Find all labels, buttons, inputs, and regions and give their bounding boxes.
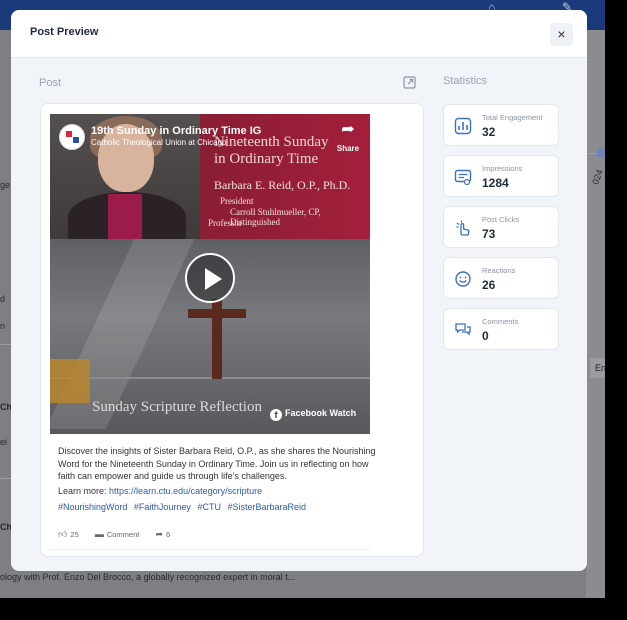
close-button[interactable]: × [550,23,573,46]
video-overlay-text: Sunday Scripture Reflection [92,399,262,415]
banner-role: Professor [208,218,242,228]
learn-more-label: Learn more: [58,486,107,496]
post-body-text: Discover the insights of Sister Barbara … [58,446,376,481]
comment-label: Comment [106,530,140,539]
background-axis-label: ge [0,180,11,190]
stat-label: Reactions [482,266,516,275]
stat-label: Total Engagement [482,113,543,122]
background-divider [0,478,11,479]
modal-title: Post Preview [30,26,99,38]
open-external-icon[interactable] [403,76,416,89]
stat-card-total-engagement: Total Engagement 32 [443,104,559,146]
hashtag-link[interactable]: #NourishingWord [58,502,127,512]
background-chart-dot [596,148,605,158]
learn-more-link[interactable]: https://learn.ctu.edu/category/scripture [109,486,262,496]
comment-action[interactable]: ▬ Comment [95,529,140,539]
cross-horizontal [188,309,246,318]
stat-value: 0 [482,329,489,343]
portrait-scarf [108,194,142,239]
stat-value: 26 [482,278,496,292]
background-language-label: En [590,358,605,378]
stat-label: Impressions [482,164,523,173]
card-divider [50,549,370,550]
comments-icon [455,323,471,336]
banner-speaker-name: Barbara E. Reid, O.P., Ph.D. [214,178,351,192]
video-player[interactable]: Nineteenth Sunday in Ordinary Time Barba… [50,114,370,434]
background-right-pane [586,30,605,598]
stat-value: 73 [482,227,496,241]
background-divider [0,344,11,345]
hashtag-link[interactable]: #CTU [197,502,221,512]
railing [50,377,370,379]
engagement-icon [454,117,472,135]
smiley-icon [455,271,471,287]
impressions-icon [454,169,472,186]
facebook-watch-badge: f Facebook Watch [270,408,356,421]
post-card: Nineteenth Sunday in Ordinary Time Barba… [40,103,424,557]
hashtag-list: #NourishingWord #FaithJourney #CTU #Sist… [58,502,310,512]
banner-title-line: in Ordinary Time [214,151,319,167]
share-icon: ➦ [155,529,163,539]
facebook-icon: f [270,409,282,421]
share-button[interactable]: ➦ Share [333,122,363,156]
thumbs-up-icon: 👍︎ [58,529,68,539]
background-text-fragment: d [0,294,6,304]
post-section-label: Post [39,77,62,89]
share-action[interactable]: ➦ 6 [155,529,170,540]
learn-more-line: Learn more: https://learn.ctu.edu/catego… [58,486,262,496]
facebook-watch-label: Facebook Watch [285,408,357,418]
stat-card-reactions: Reactions 26 [443,257,559,299]
stat-card-comments: Comments 0 [443,308,559,350]
shares-count: 6 [166,530,171,539]
share-arrow-icon: ➦ [341,121,355,138]
stat-card-impressions: Impressions 1284 [443,155,559,197]
modal-header: Post Preview × [11,10,587,58]
stat-label: Comments [482,317,519,326]
comment-icon: ▬ [94,529,104,539]
background-text-fragment: ology with Prof. Enzo Del Brocco, a glob… [0,572,296,582]
hashtag-link[interactable]: #SisterBarbaraReid [227,502,306,512]
video-page-name[interactable]: Catholic Theological Union at Chicago [91,138,227,147]
stat-card-post-clicks: Post Clicks 73 [443,206,559,248]
post-preview-modal: Post Preview × Post Statistics Nineteent… [11,10,587,571]
banner-title: Nineteenth Sunday in Ordinary Time [214,134,329,168]
background-text-fragment: n [0,321,6,331]
hashtag-link[interactable]: #FaithJourney [134,502,191,512]
background-text-fragment: ei [0,437,8,447]
stat-value: 1284 [482,176,509,190]
play-button[interactable] [185,253,235,303]
banner-role: President [220,196,254,206]
share-label: Share [336,144,360,153]
stat-value: 32 [482,125,496,139]
likes-count: 25 [70,530,79,539]
scene-accent-block [50,359,90,403]
statistics-section-label: Statistics [443,75,488,87]
banner-role: Carroll Stuhlmueller, CP, Distinguished [230,207,321,227]
video-title[interactable]: 19th Sunday in Ordinary Time IG [91,125,261,137]
post-actions: 👍︎ 25 ▬ Comment ➦ 6 [58,529,184,540]
ctu-logo [59,124,85,150]
stat-label: Post Clicks [482,215,520,224]
click-icon [456,220,470,236]
like-action[interactable]: 👍︎ 25 [58,529,79,540]
